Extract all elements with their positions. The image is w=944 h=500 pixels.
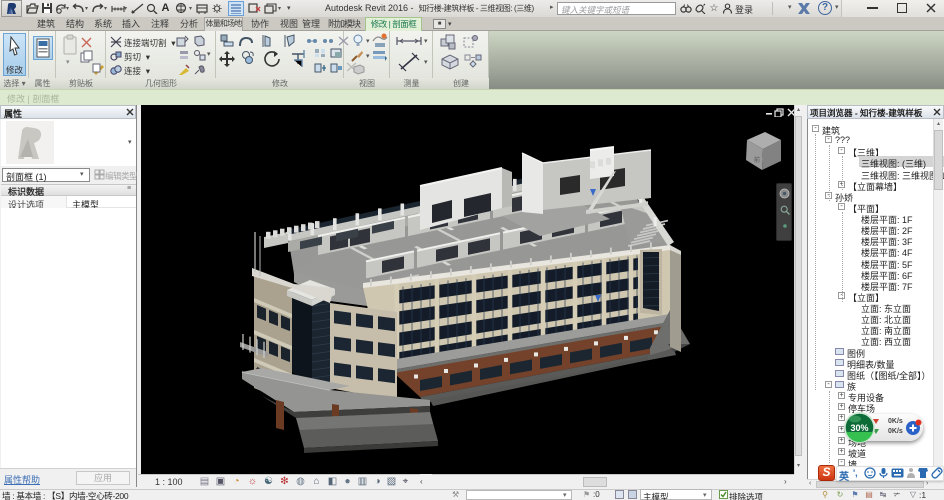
svg-text:30%: 30% <box>850 423 868 433</box>
svg-text:前: 前 <box>754 156 760 164</box>
